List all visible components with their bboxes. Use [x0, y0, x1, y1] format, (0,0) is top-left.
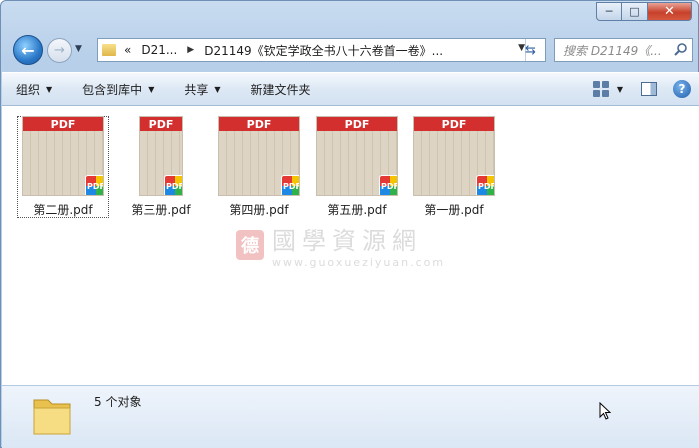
search-input[interactable]: 搜索 D21149《...	[554, 38, 693, 62]
chevron-down-icon: ▼	[214, 84, 221, 94]
pdf-app-icon: PDF	[85, 175, 103, 195]
include-library-label: 包含到库中	[82, 82, 143, 97]
back-button[interactable]: ←	[13, 35, 43, 65]
pdf-thumbnail: PDF PDF	[218, 116, 300, 196]
include-in-library-button[interactable]: 包含到库中 ▼	[82, 81, 154, 98]
watermark-title: 國學資源網	[272, 227, 422, 255]
chevron-right-icon[interactable]: ▶	[187, 45, 194, 55]
view-dropdown-icon[interactable]: ▼	[617, 85, 623, 94]
refresh-icon: ⇆	[525, 42, 536, 58]
organize-label: 组织	[16, 82, 41, 97]
close-button[interactable]: ✕	[648, 2, 692, 21]
new-folder-button[interactable]: 新建文件夹	[251, 81, 311, 98]
explorer-window: ─ □ ✕ ← → ▼ « D21... ▶ D21149《钦定学政全书八十六卷…	[0, 0, 699, 448]
file-name: 第四册.pdf	[229, 203, 289, 217]
help-icon[interactable]: ?	[673, 80, 691, 98]
pdf-label: PDF	[414, 117, 494, 131]
file-item[interactable]: PDF PDF 第二册.pdf	[17, 116, 109, 218]
pdf-label: PDF	[23, 117, 103, 131]
pdf-thumbnail: PDF PDF	[413, 116, 495, 196]
command-bar: 组织 ▼ 包含到库中 ▼ 共享 ▼ 新建文件夹 ▼ ?	[2, 72, 699, 106]
chevron-down-icon: ▼	[148, 84, 155, 94]
file-item[interactable]: PDF PDF 第一册.pdf	[408, 116, 500, 218]
breadcrumb-parent[interactable]: D21...	[141, 43, 177, 57]
file-name: 第三册.pdf	[131, 203, 191, 217]
refresh-button[interactable]: ⇆	[525, 39, 545, 61]
address-bar[interactable]: « D21... ▶ D21149《钦定学政全书八十六卷首一卷》... ▼ ⇆	[97, 38, 546, 62]
pdf-app-icon: PDF	[379, 175, 397, 195]
search-placeholder: 搜索 D21149《...	[563, 43, 662, 58]
breadcrumb-overflow[interactable]: «	[124, 43, 131, 57]
pdf-app-icon: PDF	[164, 175, 182, 195]
share-label: 共享	[184, 82, 209, 97]
change-view-icon[interactable]	[592, 81, 609, 97]
share-button[interactable]: 共享 ▼	[184, 81, 220, 98]
pdf-app-icon: PDF	[281, 175, 299, 195]
navigation-bar: ← → ▼ « D21... ▶ D21149《钦定学政全书八十六卷首一卷》..…	[9, 35, 693, 65]
file-name: 第二册.pdf	[33, 203, 93, 217]
watermark: 德 國學資源網 www.guoxueziyuan.com	[236, 221, 445, 269]
search-icon	[674, 43, 687, 56]
organize-button[interactable]: 组织 ▼	[16, 81, 52, 98]
breadcrumb-current[interactable]: D21149《钦定学政全书八十六卷首一卷》...	[204, 42, 443, 59]
file-name: 第五册.pdf	[327, 203, 387, 217]
chevron-down-icon: ▼	[46, 84, 53, 94]
recent-pages-dropdown[interactable]: ▼	[75, 44, 82, 54]
watermark-seal: 德	[236, 230, 264, 260]
forward-button[interactable]: →	[47, 38, 72, 63]
minimize-button[interactable]: ─	[596, 2, 622, 21]
preview-pane-icon[interactable]	[641, 82, 657, 96]
details-pane: 5 个对象	[2, 385, 699, 448]
file-item[interactable]: PDF PDF 第四册.pdf	[213, 116, 305, 218]
file-item[interactable]: PDF PDF 第五册.pdf	[311, 116, 403, 218]
mouse-cursor-icon	[599, 402, 611, 420]
pdf-thumbnail: PDF PDF	[139, 116, 183, 196]
pdf-label: PDF	[219, 117, 299, 131]
arrow-left-icon: ←	[21, 40, 35, 60]
pdf-app-icon: PDF	[476, 175, 494, 195]
maximize-button[interactable]: □	[622, 2, 648, 21]
pdf-thumbnail: PDF PDF	[316, 116, 398, 196]
file-item[interactable]: PDF PDF 第三册.pdf	[115, 116, 207, 218]
watermark-url: www.guoxueziyuan.com	[272, 256, 446, 269]
pdf-label: PDF	[317, 117, 397, 131]
file-list: 德 國學資源網 www.guoxueziyuan.com PDF PDF 第二册…	[2, 106, 699, 385]
folder-icon	[102, 44, 116, 56]
folder-icon	[33, 399, 71, 435]
item-count: 5 个对象	[94, 395, 142, 409]
address-dropdown[interactable]: ▼	[518, 43, 525, 53]
caption-buttons: ─ □ ✕	[596, 2, 692, 21]
new-folder-label: 新建文件夹	[250, 82, 311, 97]
file-name: 第一册.pdf	[424, 203, 484, 217]
arrow-right-icon: →	[54, 43, 65, 58]
pdf-label: PDF	[140, 117, 182, 131]
pdf-thumbnail: PDF PDF	[22, 116, 104, 196]
toolbar-right: ▼ ?	[592, 80, 691, 98]
